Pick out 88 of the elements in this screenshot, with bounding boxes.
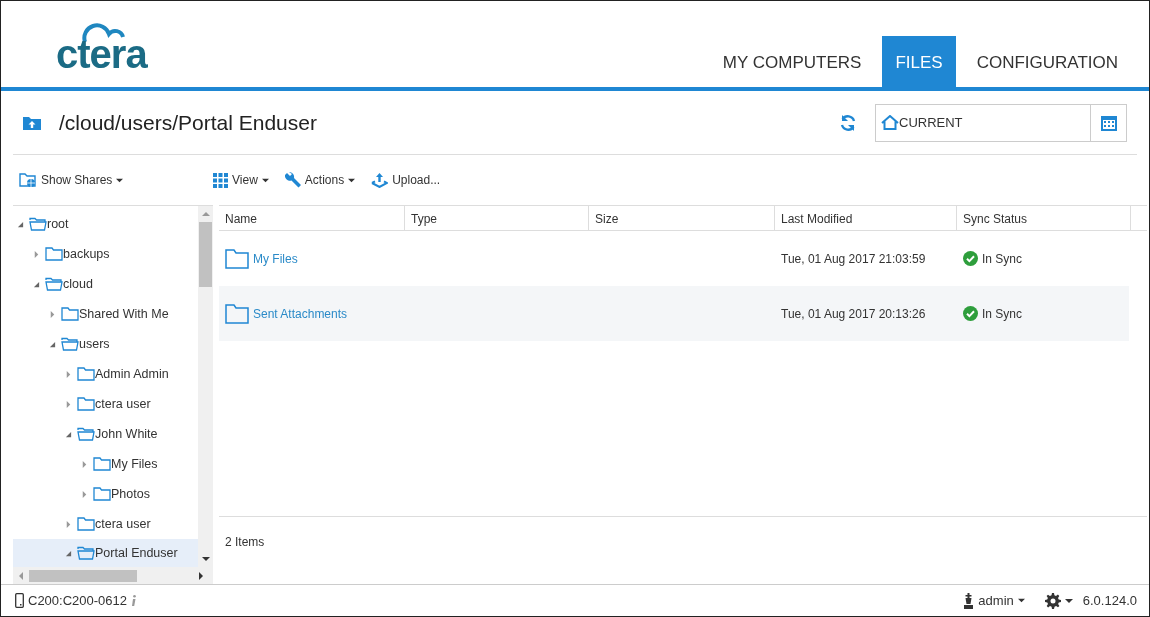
home-icon [881,115,899,130]
open-folder-icon [45,277,63,291]
folder-icon [77,517,95,531]
open-folder-icon [29,217,47,231]
tree-item[interactable]: root [13,209,198,239]
scroll-up-icon[interactable] [201,210,210,218]
folder-icon [225,303,249,324]
nav-tab[interactable]: CONFIGURATION [963,35,1131,87]
expander-icon[interactable] [49,340,56,348]
expander-icon[interactable] [65,370,72,378]
column-header[interactable]: Type [405,206,589,230]
expander-icon[interactable] [65,549,72,557]
refresh-icon[interactable] [839,113,857,132]
expander-icon[interactable] [65,400,72,408]
sync-status: In Sync [982,305,1023,323]
tree-item[interactable]: Shared With Me [13,299,198,329]
grid-icon [213,172,228,188]
tree-item[interactable]: My Files [13,449,198,479]
wrench-icon [284,172,301,188]
folder-icon [61,307,79,321]
device-icon [15,593,24,608]
toolbar-button[interactable]: View [207,169,275,191]
toolbar-button[interactable]: Actions [278,169,362,191]
caret-icon [1017,597,1025,604]
expander-icon[interactable] [49,310,56,318]
expander-icon[interactable] [65,520,72,528]
info-icon[interactable] [131,595,137,606]
expander-icon[interactable] [81,460,88,468]
nav-tab[interactable]: FILES [882,35,956,87]
sync-status: In Sync [982,250,1023,268]
check-circle-icon [963,306,978,321]
scroll-left-icon[interactable] [17,571,25,580]
open-folder-icon [61,337,79,351]
folder-icon [225,248,249,269]
expander-icon[interactable] [65,430,72,438]
folder-icon [93,487,111,501]
shared-folder-icon [19,172,37,188]
column-header[interactable]: Name [219,206,405,230]
expander-icon[interactable] [17,220,24,228]
version-field[interactable]: CURRENT [875,103,1127,142]
scroll-down-icon[interactable] [201,555,210,563]
chess-king-icon [963,592,975,609]
expander-icon[interactable] [33,280,40,288]
scrollbar-thumb[interactable] [29,569,137,582]
tree-item[interactable]: Photos [13,479,198,509]
open-folder-icon [77,427,95,441]
tree-item[interactable]: cloud [13,269,198,299]
tree-item[interactable]: Portal Enduser [13,539,198,567]
file-link[interactable]: My Files [253,249,298,268]
scroll-right-icon[interactable] [197,571,205,580]
folder-icon [77,367,95,381]
user-menu-button[interactable]: admin [957,588,1031,613]
tree-item[interactable]: backups [13,239,198,269]
column-header[interactable]: Size [589,206,775,230]
show-shares-button[interactable]: Show Shares [13,169,130,191]
expander-icon[interactable] [81,490,88,498]
expander-icon[interactable] [33,250,40,258]
tree-item[interactable]: Admin Admin [13,359,198,389]
tree-item[interactable]: ctera user [13,509,198,539]
date-cell-text: Tue, 01 Aug 2017 20:13:26 [780,305,927,323]
open-folder-icon [77,546,95,560]
path-title: /cloud/users/Portal Enduser [59,109,317,136]
table-row[interactable]: My Files Tue, 01 Aug 2017 21:03:59 In Sync [219,231,1129,286]
column-header[interactable]: Sync Status [957,206,1131,230]
check-circle-icon [963,251,978,266]
caret-icon [116,176,124,184]
column-header[interactable]: Last Modified [775,206,957,230]
caret-icon [1064,596,1073,605]
file-link[interactable]: Sent Attachments [253,304,348,323]
toolbar-button[interactable]: Upload... [365,169,447,191]
calendar-icon [1100,114,1117,131]
item-count: 2 Items [225,533,265,551]
device-name: C200:C200-0612 [28,591,128,610]
table-row[interactable]: Sent Attachments Tue, 01 Aug 2017 20:13:26 In Sync [219,286,1129,341]
tree-item[interactable]: John White [13,419,198,449]
tree-item[interactable]: ctera user [13,389,198,419]
nav-tab[interactable]: MY COMPUTERS [709,35,875,87]
upload-icon [371,172,389,188]
settings-icon [1044,592,1061,609]
folder-icon [93,457,111,471]
ctera-logo: ctera [56,22,147,74]
folder-icon [77,397,95,411]
folder-icon [45,247,63,261]
date-cell-text: Tue, 01 Aug 2017 21:03:59 [780,250,927,268]
tree-item[interactable]: users [13,329,198,359]
scrollbar-thumb[interactable] [199,222,212,287]
folder-upload-icon[interactable] [23,115,41,130]
version-number: 6.0.124.0 [1082,591,1137,610]
